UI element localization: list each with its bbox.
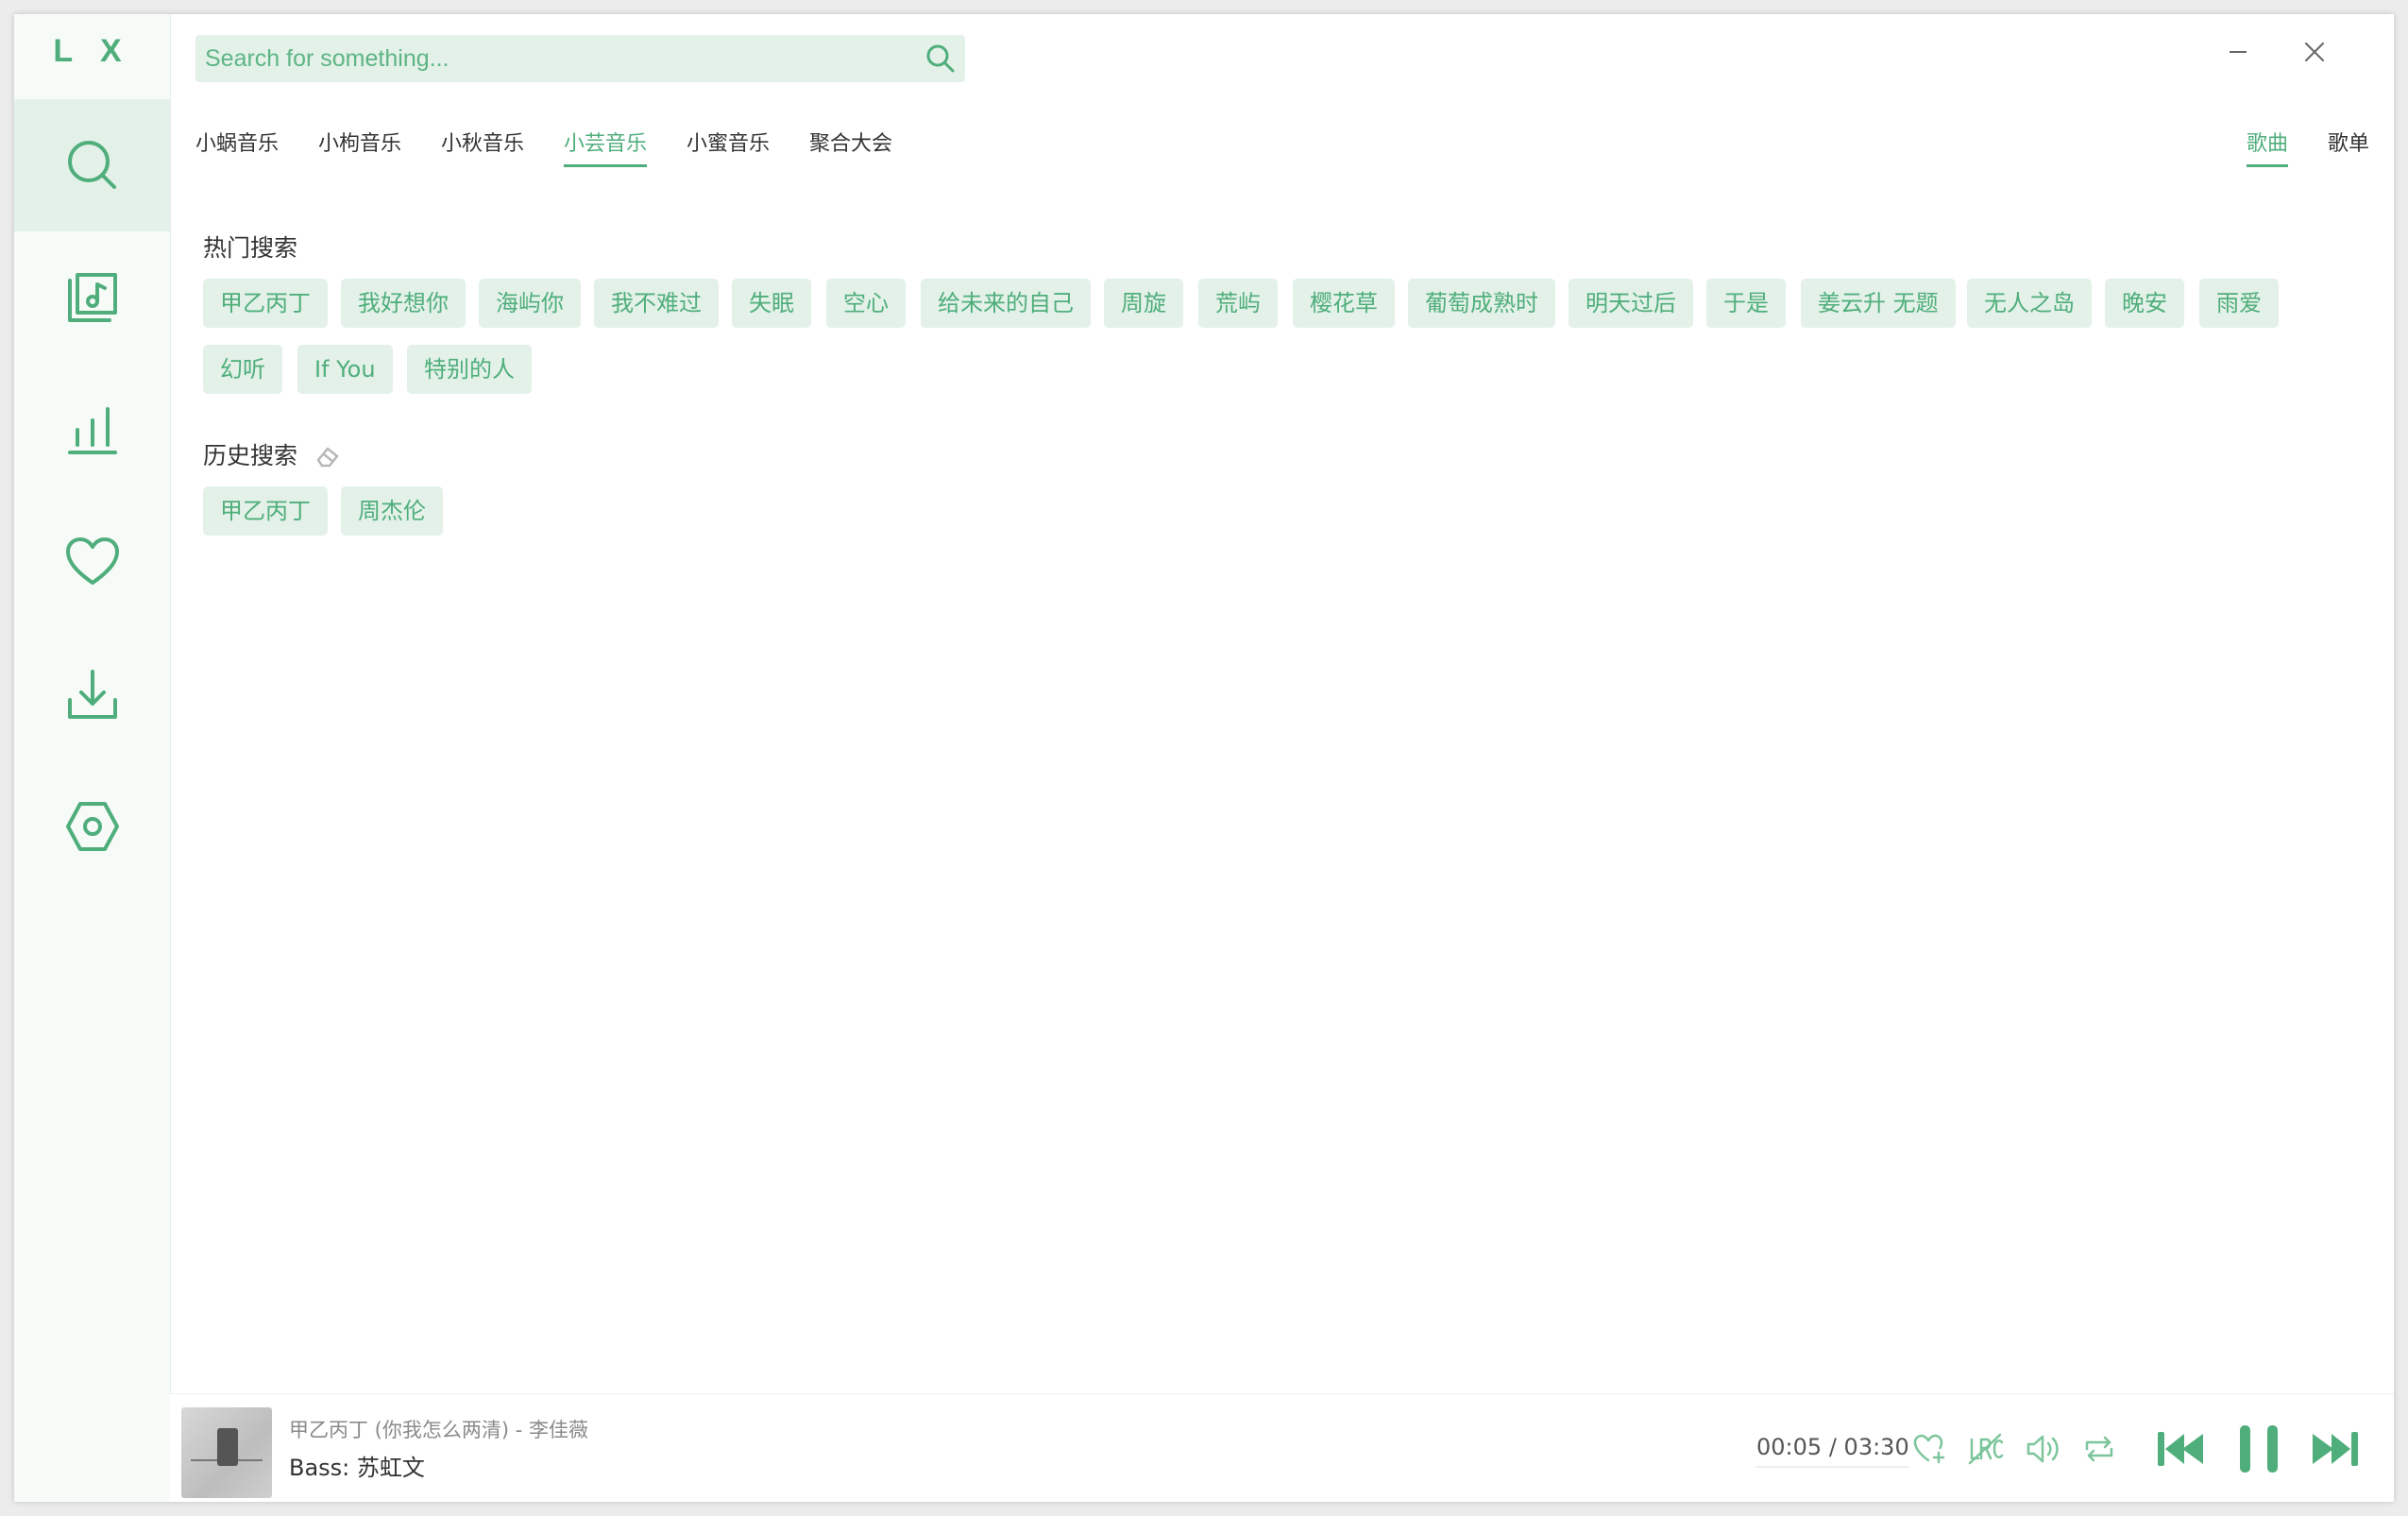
lyric-icon [1968, 1433, 2004, 1465]
sidebar-item-leaderboard[interactable] [14, 364, 170, 496]
previous-button[interactable] [2155, 1422, 2208, 1475]
search-icon [67, 141, 116, 189]
search-icon [926, 44, 955, 73]
hot-search-tag[interactable]: 荒屿 [1198, 279, 1278, 328]
heart-icon [65, 537, 119, 585]
search-box [195, 35, 965, 82]
search-input[interactable] [195, 35, 913, 82]
current-time: 00:05 [1756, 1434, 1823, 1460]
album-cover[interactable] [181, 1407, 272, 1498]
eraser-icon [316, 447, 339, 468]
tab-source-2[interactable]: 小秋音乐 [441, 126, 524, 167]
history-search-title: 历史搜索 [203, 442, 298, 469]
cover-art-figure [217, 1428, 238, 1466]
tab-source-1[interactable]: 小枸音乐 [318, 126, 401, 167]
history-search-tag[interactable]: 甲乙丙丁 [203, 486, 328, 536]
hot-search-tag[interactable]: 樱花草 [1293, 279, 1395, 328]
sidebar-item-my-list[interactable] [14, 496, 170, 628]
sidebar-item-song-list[interactable] [14, 231, 170, 364]
minimize-button[interactable] [2221, 35, 2255, 69]
hot-search-tag[interactable]: 特别的人 [407, 345, 532, 394]
song-lyric: Bass: 苏虹文 [289, 1455, 425, 1481]
sidebar-item-search[interactable] [14, 99, 170, 231]
tab-source-3[interactable]: 小芸音乐 [564, 126, 648, 167]
search-button[interactable] [924, 42, 958, 76]
hot-search-tag[interactable]: 给未来的自己 [921, 279, 1091, 328]
hot-search-tag[interactable]: 于是 [1706, 279, 1786, 328]
hot-search-tag[interactable]: 失眠 [732, 279, 811, 328]
tab-source-5[interactable]: 聚合大会 [809, 126, 892, 167]
time-separator: / [1828, 1434, 1837, 1460]
player-bar: 甲乙丙丁 (你我怎么两清) - 李佳薇 Bass: 苏虹文 00:05 / 03… [170, 1393, 2394, 1502]
music-file-icon [67, 273, 117, 322]
pause-button[interactable] [2232, 1421, 2285, 1477]
hot-search-tag[interactable]: 幻听 [203, 345, 282, 394]
song-title: 甲乙丙丁 (你我怎么两清) - 李佳薇 [289, 1419, 588, 1441]
heart-add-icon [1913, 1434, 1945, 1464]
play-time: 00:05 / 03:30 [1756, 1434, 1909, 1468]
hot-search-tag[interactable]: 晚安 [2105, 279, 2184, 328]
tab-type-song[interactable]: 歌曲 [2247, 126, 2289, 167]
hot-search-tag[interactable]: 葡萄成熟时 [1408, 279, 1555, 328]
skip-next-icon [2313, 1432, 2358, 1466]
minimize-icon [2230, 51, 2247, 53]
history-search-tag[interactable]: 周杰伦 [341, 486, 443, 536]
hot-search-tag[interactable]: 姜云升 无题 [1801, 279, 1956, 328]
sidebar-item-download[interactable] [14, 628, 170, 760]
tab-type-playlist[interactable]: 歌单 [2328, 126, 2369, 167]
hexagon-settings-icon [65, 802, 119, 851]
skip-previous-icon [2158, 1432, 2203, 1466]
close-icon [2305, 43, 2324, 61]
volume-button[interactable] [2024, 1430, 2061, 1468]
sidebar: L X [14, 14, 171, 1502]
volume-icon [2026, 1435, 2059, 1463]
hot-search-title: 热门搜索 [203, 234, 298, 262]
sidebar-item-settings[interactable] [14, 760, 170, 893]
hot-search-tag[interactable]: 明天过后 [1569, 279, 1693, 328]
desktop-lyric-button[interactable] [1967, 1430, 2005, 1468]
hot-search-tag[interactable]: If You [297, 345, 393, 394]
bar-chart-icon [67, 407, 117, 454]
total-time: 03:30 [1843, 1434, 1909, 1460]
tab-source-4[interactable]: 小蜜音乐 [687, 126, 770, 167]
close-button[interactable] [2298, 35, 2332, 69]
hot-search-tag[interactable]: 雨爱 [2199, 279, 2279, 328]
hot-search-tag[interactable]: 我不难过 [594, 279, 719, 328]
download-icon [67, 670, 117, 719]
clear-history-button[interactable] [314, 441, 343, 469]
hot-search-tag[interactable]: 我好想你 [341, 279, 466, 328]
hot-search-tag[interactable]: 周旋 [1104, 279, 1183, 328]
tab-source-0[interactable]: 小蜗音乐 [195, 126, 279, 167]
app-window: L X Search for something... 小蜗音乐 小枸音乐 小秋… [14, 14, 2394, 1502]
hot-search-tag[interactable]: 空心 [826, 279, 906, 328]
hot-search-tag[interactable]: 甲乙丙丁 [203, 279, 328, 328]
favorite-button[interactable] [1910, 1430, 1948, 1468]
hot-search-tag[interactable]: 无人之岛 [1967, 279, 2092, 328]
app-logo: L X [53, 33, 131, 69]
repeat-mode-button[interactable] [2080, 1430, 2118, 1468]
repeat-icon [2085, 1436, 2113, 1462]
hot-search-tag[interactable]: 海屿你 [479, 279, 581, 328]
next-button[interactable] [2308, 1422, 2361, 1475]
pause-icon [2240, 1425, 2278, 1473]
